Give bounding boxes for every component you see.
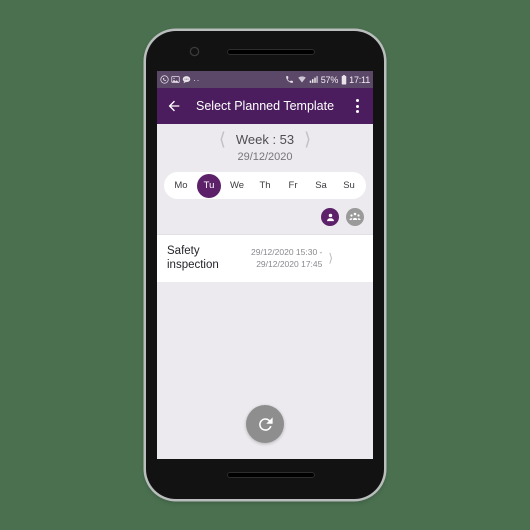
phone-device: ·· 57% 17:11 Select Planned Template ⟨ W… [146, 31, 384, 499]
overflow-menu-icon [355, 98, 359, 102]
whatsapp-icon [160, 75, 169, 84]
page-title: Select Planned Template [196, 99, 335, 113]
bottom-speaker-icon [227, 472, 315, 478]
signal-icon [309, 76, 318, 83]
wifi-icon [297, 76, 306, 83]
back-arrow-icon [168, 100, 180, 112]
weekday-tu[interactable]: Tu [197, 173, 221, 198]
refresh-icon [258, 416, 273, 431]
weekday-we[interactable]: We [225, 174, 249, 198]
status-bar-right: 57% 17:11 [285, 74, 370, 85]
list-item-title: Safety inspection [167, 245, 219, 271]
call-icon [286, 76, 294, 83]
message-icon [182, 76, 191, 84]
chevron-right-icon: ⟩ [328, 251, 334, 265]
group-mode-toggle[interactable] [346, 208, 364, 226]
week-navigation: ⟨ Week : 53 ⟩ [157, 131, 373, 149]
template-list: Safety inspection 29/12/2020 15:30 - 29/… [157, 234, 373, 282]
status-overflow-dots: ·· [193, 74, 200, 85]
chevron-right-icon[interactable]: ⟩ [304, 131, 311, 149]
list-item-time-start: 29/12/2020 15:30 - [251, 247, 323, 257]
week-date-label: 29/12/2020 [237, 151, 293, 163]
weekday-th[interactable]: Th [253, 174, 277, 198]
phone-screen: ·· 57% 17:11 Select Planned Template ⟨ W… [157, 71, 373, 459]
list-item[interactable]: Safety inspection 29/12/2020 15:30 - 29/… [157, 235, 373, 282]
person-icon [326, 213, 334, 221]
status-bar-left: ·· [160, 75, 285, 84]
weekday-sa[interactable]: Sa [309, 174, 333, 198]
mode-toggle-row [157, 199, 373, 234]
list-item-time: 29/12/2020 15:30 - 29/12/2020 17:45 [251, 246, 322, 270]
week-header: ⟨ Week : 53 ⟩ 29/12/2020 Mo Tu We Th Fr … [157, 124, 373, 234]
app-bar: Select Planned Template [157, 88, 373, 124]
battery-icon [341, 74, 346, 85]
status-bar: ·· 57% 17:11 [157, 71, 373, 88]
back-button[interactable] [164, 96, 184, 116]
people-group-icon [349, 212, 361, 220]
overflow-menu-icon [355, 104, 359, 108]
refresh-fab-button[interactable] [246, 405, 284, 443]
weekday-fr[interactable]: Fr [281, 174, 305, 198]
earpiece-speaker-icon [227, 49, 315, 55]
battery-percent-label: 57% [320, 74, 339, 85]
individual-mode-toggle[interactable] [321, 208, 339, 226]
status-bar-clock: 17:11 [349, 74, 370, 85]
overflow-menu-button[interactable] [348, 95, 366, 117]
weekday-su[interactable]: Su [337, 174, 361, 198]
chevron-left-icon[interactable]: ⟨ [219, 131, 226, 149]
photo-icon [171, 76, 180, 83]
front-camera-icon [191, 48, 198, 55]
week-label: Week : 53 [235, 132, 295, 147]
weekday-mo[interactable]: Mo [169, 174, 193, 198]
overflow-menu-icon [355, 110, 359, 114]
weekday-selector: Mo Tu We Th Fr Sa Su [164, 172, 366, 199]
list-item-time-end: 29/12/2020 17:45 [256, 259, 323, 269]
